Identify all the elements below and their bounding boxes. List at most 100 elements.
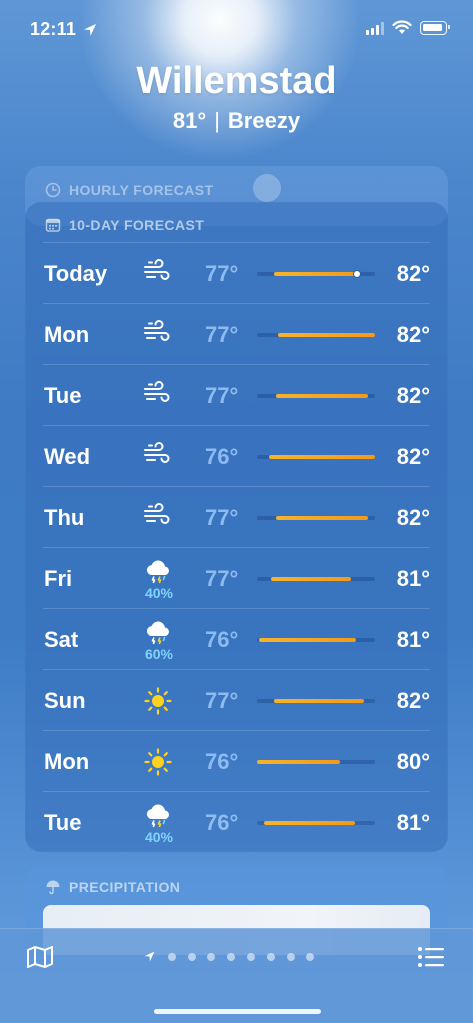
home-indicator (154, 1009, 321, 1014)
temperature-range-fill (273, 699, 365, 703)
forecast-row[interactable]: Wed 76° 82° (43, 425, 430, 486)
low-temp: 77° (205, 505, 239, 530)
clock-icon (45, 182, 61, 198)
day-label: Wed (44, 444, 91, 469)
wind-icon (141, 314, 177, 356)
cellular-signal-icon (366, 21, 384, 35)
wind-icon (141, 375, 177, 417)
forecast-row[interactable]: Tue 77° 82° (43, 364, 430, 425)
day-label: Mon (44, 749, 90, 774)
high-temp: 82° (396, 688, 430, 713)
page-dot[interactable] (266, 952, 275, 961)
sun-icon (141, 741, 177, 783)
temperature-range-fill (264, 821, 355, 825)
temperature-range-bar (257, 638, 375, 642)
forecast-row[interactable]: Mon 77° 82° (43, 303, 430, 364)
forecast-row[interactable]: Today 77° 82° (43, 242, 430, 303)
location-arrow-icon (84, 23, 97, 36)
list-icon[interactable] (416, 944, 446, 970)
forecast-row[interactable]: Sun 77° 82° (43, 669, 430, 730)
day-label: Thu (44, 505, 85, 530)
high-temp: 80° (396, 749, 430, 774)
temperature-range-bar (257, 760, 375, 764)
precip-chance: 40% (144, 829, 174, 845)
map-icon[interactable] (25, 944, 55, 970)
low-temp: 77° (205, 261, 239, 286)
day-label: Today (44, 261, 108, 286)
forecast-row[interactable]: Tue 40% 76° 81° (43, 791, 430, 852)
high-temp: 81° (396, 566, 430, 591)
sun-icon (141, 680, 177, 722)
status-time: 12:11 (30, 19, 77, 39)
wind-icon (141, 436, 177, 478)
temperature-range-fill (275, 394, 368, 398)
page-dot[interactable] (286, 952, 295, 961)
temperature-range-fill (268, 455, 375, 459)
bottom-toolbar (0, 928, 473, 1023)
status-icons (366, 20, 450, 35)
page-dot[interactable] (246, 952, 255, 961)
low-temp: 77° (205, 566, 239, 591)
current-temp: 81° (172, 108, 207, 133)
day-label: Sun (44, 688, 86, 713)
wind-icon (141, 497, 177, 539)
page-dot[interactable] (306, 952, 315, 961)
forecast-row[interactable]: Mon 76° 80° (43, 730, 430, 791)
forecast-rows: Today 77° 82° Mon 77° 82° Tue 77° 82° Wed 76° 82° Th… (43, 242, 430, 852)
calendar-icon (45, 218, 61, 232)
city-name: Willemstad (136, 60, 337, 102)
precip-chance: 60% (144, 646, 174, 662)
forecast-row[interactable]: Sat 60% 76° 81° (43, 608, 430, 669)
high-temp: 82° (396, 322, 430, 347)
day-label: Tue (44, 810, 82, 835)
low-temp: 76° (205, 627, 239, 652)
thunderstorm-icon: 60% (141, 619, 177, 662)
temperature-range-fill (257, 760, 340, 764)
page-dot[interactable] (227, 952, 236, 961)
low-temp: 77° (205, 688, 239, 713)
temperature-range-bar (257, 333, 375, 337)
temperature-range-bar (257, 577, 375, 581)
precip-chance: 40% (144, 585, 174, 601)
page-indicator[interactable] (143, 950, 315, 963)
low-temp: 76° (205, 749, 239, 774)
low-temp: 77° (205, 322, 239, 347)
precipitation-title: PRECIPITATION (69, 879, 181, 895)
temperature-range-bar (257, 516, 375, 520)
day-label: Mon (44, 322, 90, 347)
temperature-range-fill (271, 577, 352, 581)
forecast-row[interactable]: Fri 40% 77° 81° (43, 547, 430, 608)
day-label: Tue (44, 383, 82, 408)
current-temp-marker (353, 270, 362, 278)
temperature-range-fill (259, 638, 357, 642)
ten-day-forecast-title: 10-DAY FORECAST (69, 217, 205, 233)
forecast-row[interactable]: Thu 77° 82° (43, 486, 430, 547)
day-label: Fri (44, 566, 73, 591)
high-temp: 82° (396, 444, 430, 469)
high-temp: 81° (396, 627, 430, 652)
page-dot[interactable] (207, 952, 216, 961)
page-dot[interactable] (167, 952, 176, 961)
location-arrow-icon[interactable] (143, 950, 156, 963)
low-temp: 76° (205, 444, 239, 469)
current-condition: Breezy (227, 108, 301, 133)
high-temp: 82° (396, 383, 430, 408)
temperature-range-fill (275, 516, 368, 520)
thunderstorm-icon: 40% (141, 802, 177, 845)
high-temp: 82° (396, 505, 430, 530)
temperature-range-bar (257, 394, 375, 398)
status-bar: 12:11 (0, 0, 473, 60)
battery-icon (420, 20, 450, 35)
thunderstorm-icon: 40% (141, 558, 177, 601)
temperature-range-fill (278, 333, 375, 337)
hourly-forecast-title: HOURLY FORECAST (69, 182, 214, 198)
wifi-icon (392, 20, 412, 34)
temperature-range-bar (257, 455, 375, 459)
ten-day-forecast-card[interactable]: 10-DAY FORECAST Today 77° 82° Mon 77° 82° Tue 7… (25, 202, 448, 852)
temperature-range-fill (273, 272, 359, 276)
page-dot[interactable] (187, 952, 196, 961)
high-temp: 81° (396, 810, 430, 835)
high-temp: 82° (396, 261, 430, 286)
temperature-range-bar (257, 699, 375, 703)
separator: | (214, 108, 220, 133)
